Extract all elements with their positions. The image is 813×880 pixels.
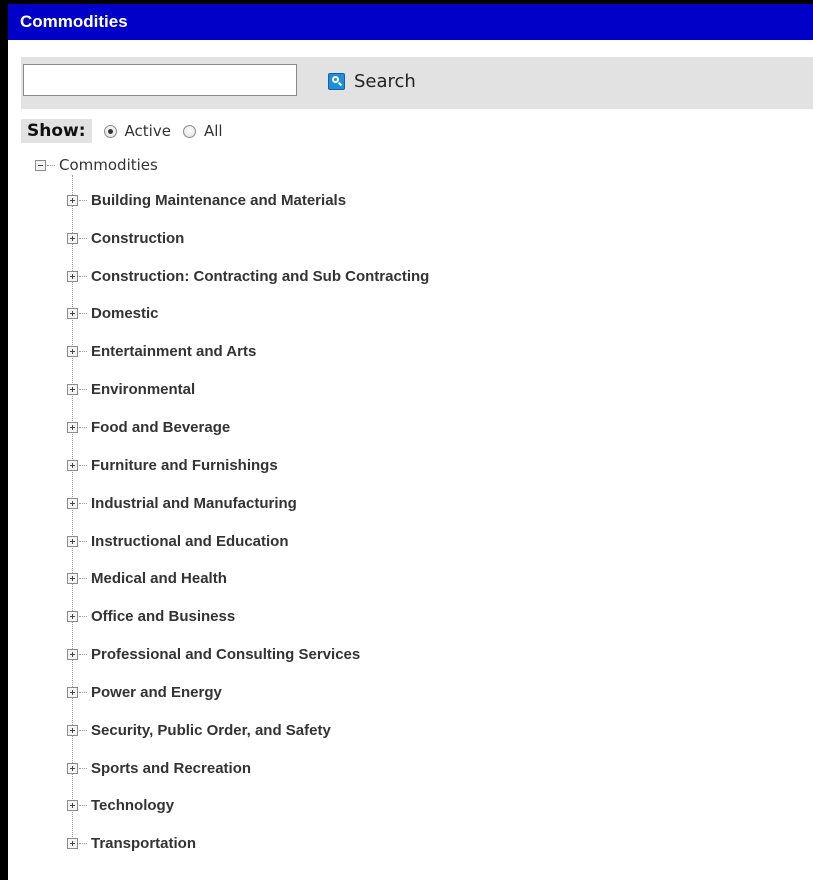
- tree-node-label[interactable]: Construction: [91, 230, 184, 247]
- expand-icon[interactable]: [67, 724, 78, 736]
- tree-connector: [79, 426, 87, 428]
- tree-node-label[interactable]: Furniture and Furnishings: [91, 457, 278, 474]
- expand-icon[interactable]: [67, 799, 78, 811]
- commodities-panel: Commodities Search Show: Active All Comm…: [0, 0, 813, 880]
- show-label: Show:: [21, 119, 92, 143]
- tree-connector: [79, 275, 87, 277]
- tree-node-label[interactable]: Professional and Consulting Services: [91, 646, 360, 663]
- tree-node-label[interactable]: Transportation: [91, 835, 196, 852]
- tree-connector: [79, 691, 87, 693]
- show-filter: Show: Active All: [21, 118, 223, 144]
- tree-node-medical[interactable]: Medical and Health: [67, 568, 227, 588]
- tree-node-industrial[interactable]: Industrial and Manufacturing: [67, 493, 297, 513]
- tree-connector: [79, 615, 87, 617]
- expand-icon[interactable]: [67, 232, 78, 244]
- tree-node-label[interactable]: Medical and Health: [91, 570, 227, 587]
- search-bar: Search: [21, 57, 813, 109]
- expand-icon[interactable]: [67, 270, 78, 282]
- radio-active[interactable]: Active: [103, 122, 171, 140]
- radio-all-label: All: [203, 122, 223, 140]
- expand-icon[interactable]: [67, 762, 78, 774]
- tree-node-label[interactable]: Power and Energy: [91, 684, 222, 701]
- tree-node-building-maintenance[interactable]: Building Maintenance and Materials: [67, 190, 346, 210]
- tree-node-label[interactable]: Sports and Recreation: [91, 760, 251, 777]
- tree-connector: [79, 729, 87, 731]
- panel-title: Commodities: [8, 4, 813, 40]
- tree-connector: [79, 540, 87, 542]
- radio-active-label: Active: [124, 122, 171, 140]
- tree-connector: [79, 767, 87, 769]
- expand-icon[interactable]: [67, 686, 78, 698]
- tree-connector: [79, 577, 87, 579]
- tree-node-furniture[interactable]: Furniture and Furnishings: [67, 455, 278, 475]
- tree-node-label[interactable]: Food and Beverage: [91, 419, 230, 436]
- tree-node-label[interactable]: Building Maintenance and Materials: [91, 192, 346, 209]
- tree-root: Commodities: [35, 155, 158, 175]
- tree-connector: [79, 388, 87, 390]
- tree-connector: [79, 842, 87, 844]
- expand-icon[interactable]: [67, 648, 78, 660]
- tree-node-security[interactable]: Security, Public Order, and Safety: [67, 720, 331, 740]
- tree-connector: [79, 464, 87, 466]
- tree-root-label[interactable]: Commodities: [59, 156, 158, 174]
- tree-node-label[interactable]: Instructional and Education: [91, 533, 289, 550]
- tree-node-label[interactable]: Entertainment and Arts: [91, 343, 256, 360]
- tree-node-sports[interactable]: Sports and Recreation: [67, 758, 251, 778]
- expand-icon[interactable]: [67, 837, 78, 849]
- search-icon[interactable]: [328, 72, 345, 90]
- tree-connector: [79, 804, 87, 806]
- tree-connector: [79, 199, 87, 201]
- tree-node-professional[interactable]: Professional and Consulting Services: [67, 644, 360, 664]
- search-button[interactable]: Search: [328, 67, 416, 95]
- tree-connector: [79, 350, 87, 352]
- tree-node-office[interactable]: Office and Business: [67, 606, 235, 626]
- tree-node-environmental[interactable]: Environmental: [67, 379, 195, 399]
- tree-node-label[interactable]: Industrial and Manufacturing: [91, 495, 297, 512]
- tree-connector: [79, 312, 87, 314]
- tree-node-label[interactable]: Security, Public Order, and Safety: [91, 722, 331, 739]
- expand-icon[interactable]: [67, 421, 78, 433]
- tree-node-transportation[interactable]: Transportation: [67, 833, 196, 853]
- expand-icon[interactable]: [67, 383, 78, 395]
- expand-icon[interactable]: [67, 497, 78, 509]
- tree-node-construction[interactable]: Construction: [67, 228, 184, 248]
- expand-icon[interactable]: [67, 345, 78, 357]
- expand-icon[interactable]: [67, 572, 78, 584]
- tree-node-label[interactable]: Environmental: [91, 381, 195, 398]
- tree-node-construction-contracting[interactable]: Construction: Contracting and Sub Contra…: [67, 266, 429, 286]
- search-input[interactable]: [23, 64, 297, 96]
- search-button-label: Search: [354, 70, 416, 92]
- tree-connector: [47, 164, 55, 166]
- radio-active-circle[interactable]: [103, 124, 117, 138]
- expand-icon[interactable]: [67, 610, 78, 622]
- expand-icon[interactable]: [67, 535, 78, 547]
- tree-node-technology[interactable]: Technology: [67, 795, 174, 815]
- expand-icon[interactable]: [67, 194, 78, 206]
- tree-node-power-energy[interactable]: Power and Energy: [67, 682, 222, 702]
- tree-node-label[interactable]: Office and Business: [91, 608, 235, 625]
- tree-connector: [79, 502, 87, 504]
- expand-icon[interactable]: [67, 459, 78, 471]
- tree-node-label[interactable]: Construction: Contracting and Sub Contra…: [91, 268, 429, 285]
- tree-node-domestic[interactable]: Domestic: [67, 303, 159, 323]
- tree-node-instructional[interactable]: Instructional and Education: [67, 531, 289, 551]
- tree-node-label[interactable]: Domestic: [91, 305, 159, 322]
- tree-node-entertainment[interactable]: Entertainment and Arts: [67, 341, 256, 361]
- tree-node-food-beverage[interactable]: Food and Beverage: [67, 417, 230, 437]
- expand-icon[interactable]: [67, 307, 78, 319]
- collapse-icon[interactable]: [35, 159, 46, 171]
- tree-connector: [79, 653, 87, 655]
- radio-all-circle[interactable]: [182, 124, 196, 138]
- tree-connector: [79, 237, 87, 239]
- radio-all[interactable]: All: [182, 122, 223, 140]
- tree-node-label[interactable]: Technology: [91, 797, 174, 814]
